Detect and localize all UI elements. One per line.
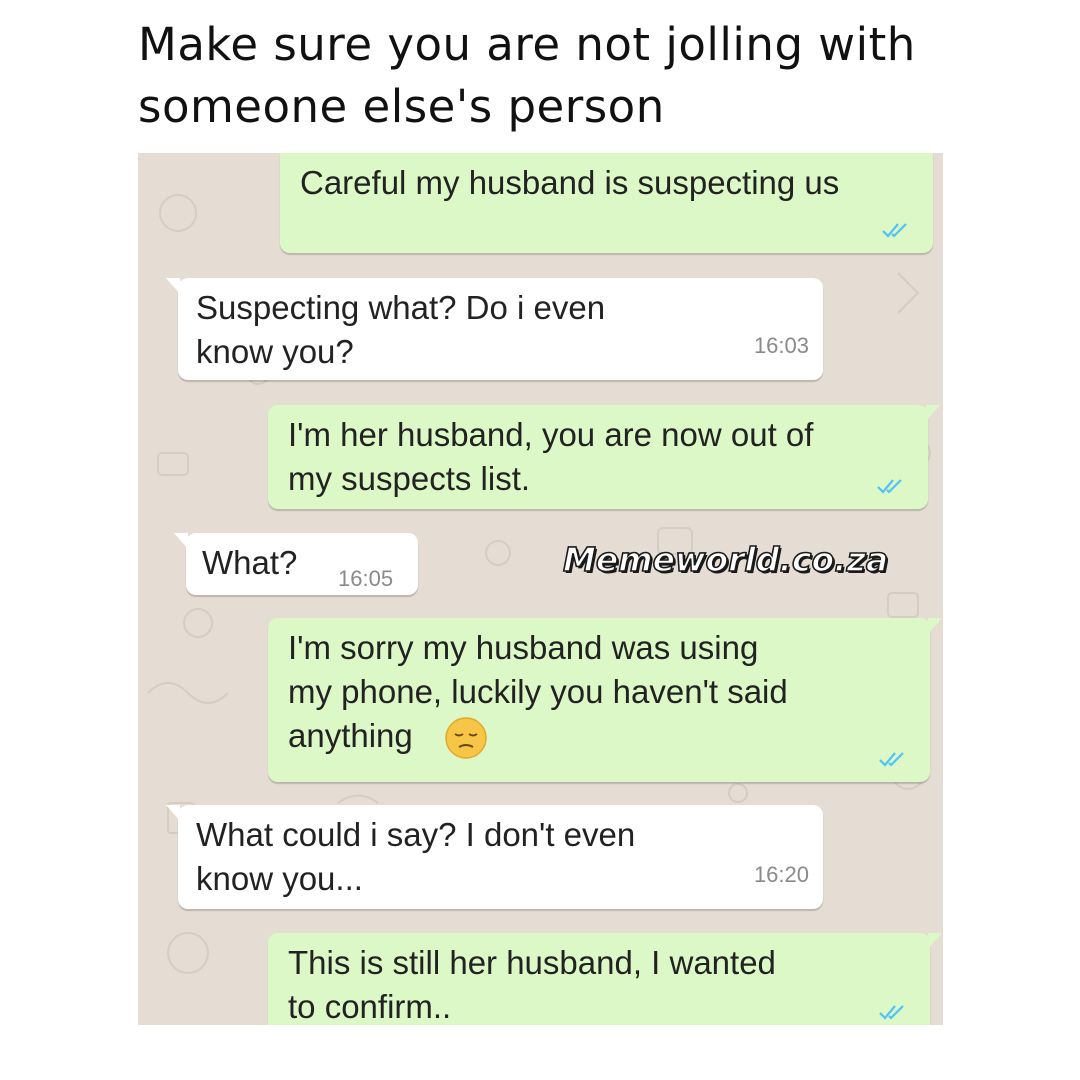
meme-caption: Make sure you are not jolling with someo… bbox=[138, 18, 916, 133]
message-time: 16:05 bbox=[338, 566, 394, 591]
message-time: 16:03 bbox=[753, 333, 809, 358]
read-ticks-icon bbox=[879, 1005, 904, 1020]
outgoing-message-7[interactable]: This is still her husband, I wanted to c… bbox=[268, 933, 942, 1025]
watermark-logo: Memeworld.co.za bbox=[562, 539, 889, 580]
read-ticks-icon bbox=[882, 223, 907, 238]
outgoing-message-3[interactable]: I'm her husband, you are now out of my s… bbox=[268, 405, 940, 509]
message-time: 16:20 bbox=[753, 862, 809, 887]
message-text: I'm her husband, you are now out of my s… bbox=[288, 416, 814, 497]
message-text: Suspecting what? Do i even know you? bbox=[196, 289, 606, 370]
incoming-message-4[interactable]: What? 16:05 bbox=[174, 533, 418, 595]
bubble-tail bbox=[166, 278, 180, 294]
bubble-tail bbox=[928, 618, 942, 634]
read-ticks-icon bbox=[879, 752, 904, 767]
read-ticks-icon bbox=[877, 479, 902, 494]
message-text: What could i say? I don't even know you.… bbox=[196, 816, 636, 897]
outgoing-message-5[interactable]: I'm sorry my husband was using my phone,… bbox=[268, 618, 942, 782]
message-text: What? bbox=[202, 544, 298, 581]
outgoing-message-1[interactable]: Careful my husband is suspecting us bbox=[280, 153, 933, 253]
chat-screenshot: Careful my husband is suspecting us Susp… bbox=[138, 153, 943, 1025]
bubble-tail bbox=[166, 805, 180, 821]
message-text: Careful my husband is suspecting us bbox=[300, 164, 840, 201]
bubble-tail bbox=[174, 533, 188, 549]
message-text: This is still her husband, I wanted to c… bbox=[288, 944, 776, 1025]
incoming-message-6[interactable]: What could i say? I don't even know you.… bbox=[166, 805, 823, 909]
bubble-tail bbox=[926, 405, 940, 421]
incoming-message-2[interactable]: Suspecting what? Do i even know you? 16:… bbox=[166, 278, 823, 380]
message-text: I'm sorry my husband was using my phone,… bbox=[288, 629, 788, 754]
bubble-tail bbox=[928, 933, 942, 949]
pensive-face-icon bbox=[445, 717, 487, 759]
